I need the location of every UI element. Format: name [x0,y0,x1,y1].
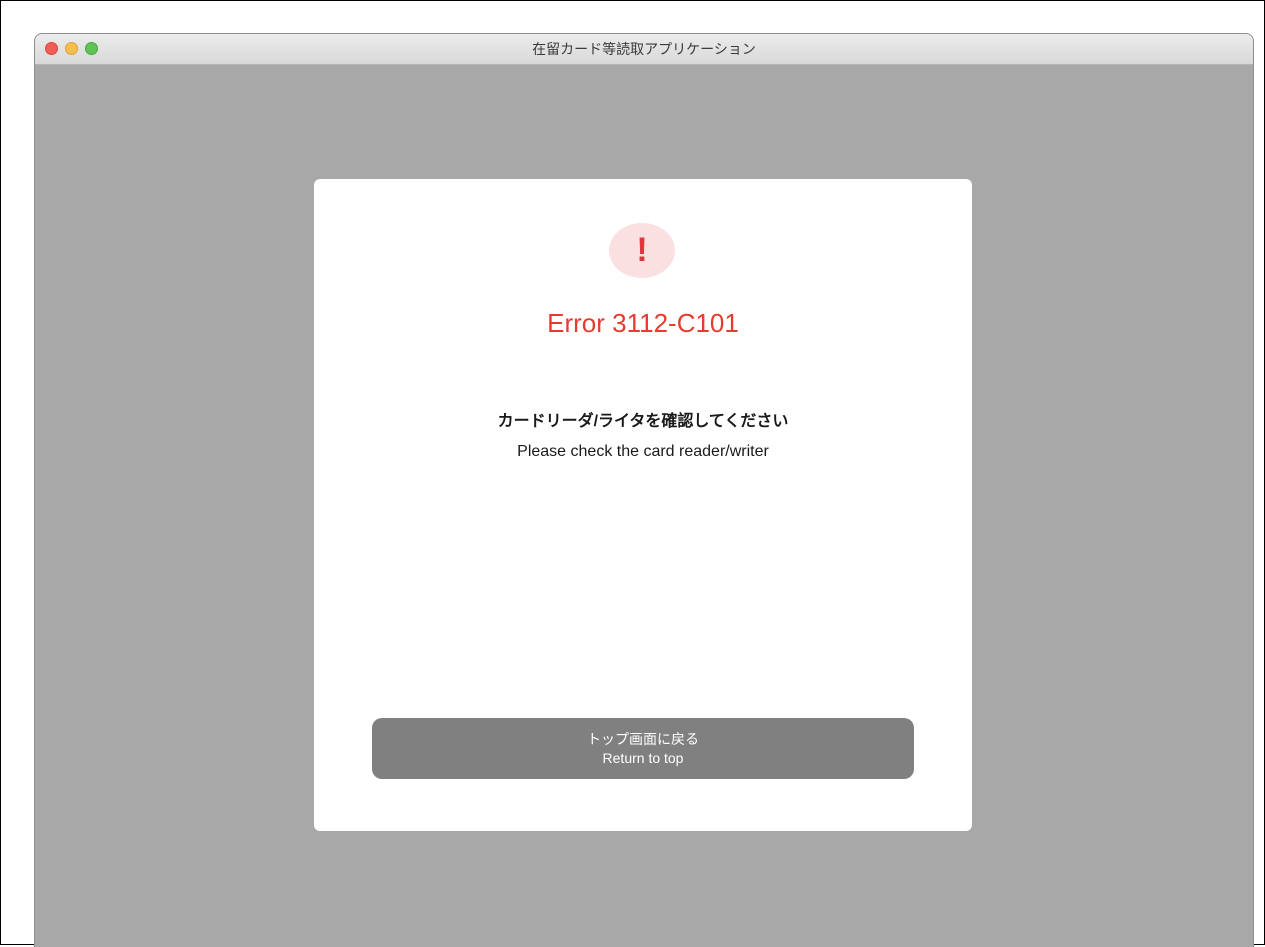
return-button-label-english: Return to top [602,750,684,766]
return-button-label-japanese: トップ画面に戻る [587,731,699,747]
error-message-english: Please check the card reader/writer [517,443,769,460]
page-frame: 在留カード等読取アプリケーション ! Error 3112-C101 カードリー… [0,0,1265,947]
return-to-top-button[interactable]: トップ画面に戻る Return to top [372,718,914,779]
window-title: 在留カード等読取アプリケーション [532,41,756,57]
app-window: 在留カード等読取アプリケーション ! Error 3112-C101 カードリー… [34,33,1254,947]
error-message-japanese: カードリーダ/ライタを確認してください [497,413,789,430]
error-code: Error 3112-C101 [547,308,739,338]
title-bar[interactable]: 在留カード等読取アプリケーション [35,34,1253,65]
error-dialog: ! Error 3112-C101 カードリーダ/ライタを確認してください Pl… [314,179,972,831]
exclamation-icon: ! [609,223,675,278]
